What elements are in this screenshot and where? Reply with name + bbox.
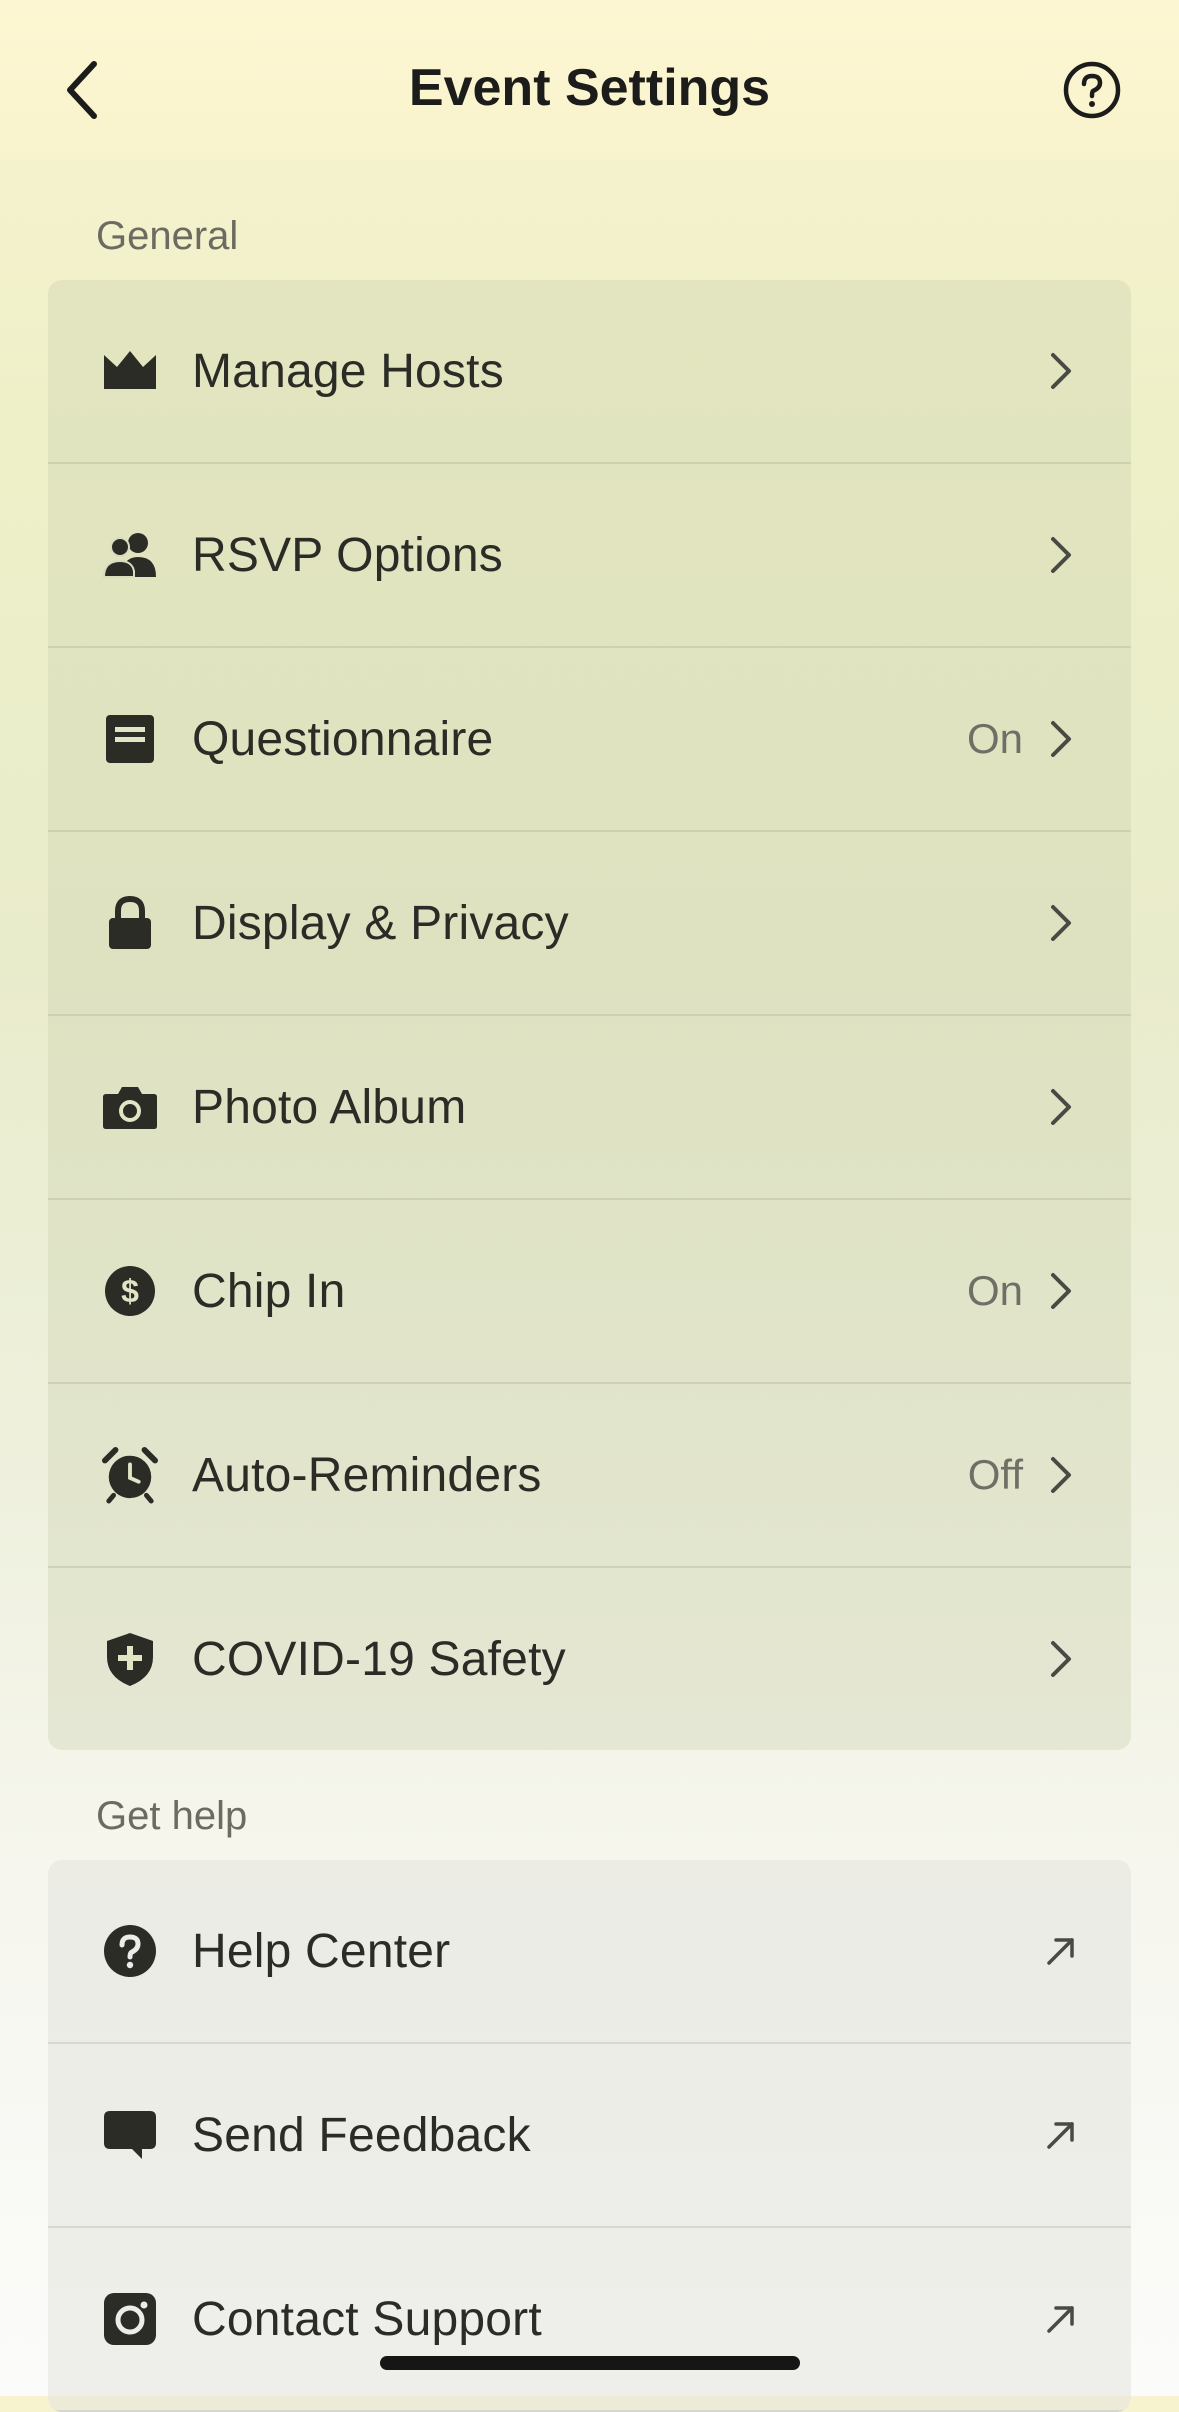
help-item-label: Contact Support: [192, 2292, 542, 2346]
settings-item-label: COVID-19 Safety: [192, 1632, 566, 1686]
svg-text:$: $: [121, 1273, 139, 1309]
settings-item-label: Questionnaire: [192, 712, 494, 766]
form-icon: [102, 711, 158, 767]
settings-item-rsvp-options[interactable]: RSVP Options: [48, 464, 1131, 648]
dollar-coin-icon: $: [102, 1263, 158, 1319]
help-item-help-center[interactable]: Help Center: [48, 1860, 1131, 2044]
help-item-label: Help Center: [192, 1924, 451, 1978]
help-item-label: Send Feedback: [192, 2108, 531, 2162]
chevron-right-icon: [1043, 1266, 1079, 1316]
chevron-right-icon: [1043, 714, 1079, 764]
section-label-general: General: [96, 214, 239, 258]
chevron-right-icon: [1043, 1082, 1079, 1132]
chevron-right-icon: [1043, 1634, 1079, 1684]
page-title: Event Settings: [408, 59, 771, 117]
settings-item-photo-album[interactable]: Photo Album: [48, 1016, 1131, 1200]
external-link-arrow-icon: [1043, 1926, 1079, 1976]
help-item-contact-support[interactable]: Contact Support: [48, 2228, 1131, 2412]
settings-item-display-privacy[interactable]: Display & Privacy: [48, 832, 1131, 1016]
alarm-clock-icon: [102, 1447, 158, 1504]
external-link-arrow-icon: [1043, 2294, 1079, 2344]
chevron-right-icon: [1043, 1450, 1079, 1500]
chevron-right-icon: [1043, 898, 1079, 948]
settings-item-covid-safety[interactable]: COVID-19 Safety: [48, 1568, 1131, 1750]
general-settings-card: Manage Hosts RSVP Options Questionnaire …: [48, 280, 1131, 1750]
settings-item-questionnaire[interactable]: Questionnaire On: [48, 648, 1131, 832]
question-circle-filled-icon: [102, 1923, 158, 1979]
camera-icon: [102, 1079, 158, 1135]
settings-item-label: Auto-Reminders: [192, 1448, 542, 1502]
header-bar: Event Settings: [0, 0, 1179, 160]
shield-plus-icon: [102, 1631, 158, 1687]
question-circle-icon: [1062, 60, 1122, 120]
settings-item-label: RSVP Options: [192, 528, 504, 582]
settings-item-label: Display & Privacy: [192, 896, 569, 950]
section-label-get-help: Get help: [96, 1794, 248, 1838]
settings-item-status: Off: [967, 1451, 1023, 1498]
instagram-icon: [102, 2291, 158, 2347]
home-indicator[interactable]: [380, 2356, 800, 2370]
chat-bubble-icon: [102, 2107, 158, 2163]
settings-item-status: On: [966, 715, 1023, 762]
lock-icon: [102, 895, 158, 951]
get-help-card: Help Center Send Feedback Contact Suppor…: [48, 1860, 1131, 2412]
help-button[interactable]: [1062, 60, 1122, 120]
settings-item-manage-hosts[interactable]: Manage Hosts: [48, 280, 1131, 464]
settings-item-label: Chip In: [192, 1264, 346, 1318]
settings-item-auto-reminders[interactable]: Auto-Reminders Off: [48, 1384, 1131, 1568]
settings-item-status: On: [966, 1267, 1023, 1314]
chevron-right-icon: [1043, 530, 1079, 580]
settings-item-label: Photo Album: [192, 1080, 467, 1134]
chevron-right-icon: [1043, 346, 1079, 396]
external-link-arrow-icon: [1043, 2110, 1079, 2160]
help-item-send-feedback[interactable]: Send Feedback: [48, 2044, 1131, 2228]
settings-item-chip-in[interactable]: $ Chip In On: [48, 1200, 1131, 1384]
settings-item-label: Manage Hosts: [192, 344, 504, 398]
people-icon: [102, 527, 158, 583]
crown-icon: [102, 343, 158, 399]
